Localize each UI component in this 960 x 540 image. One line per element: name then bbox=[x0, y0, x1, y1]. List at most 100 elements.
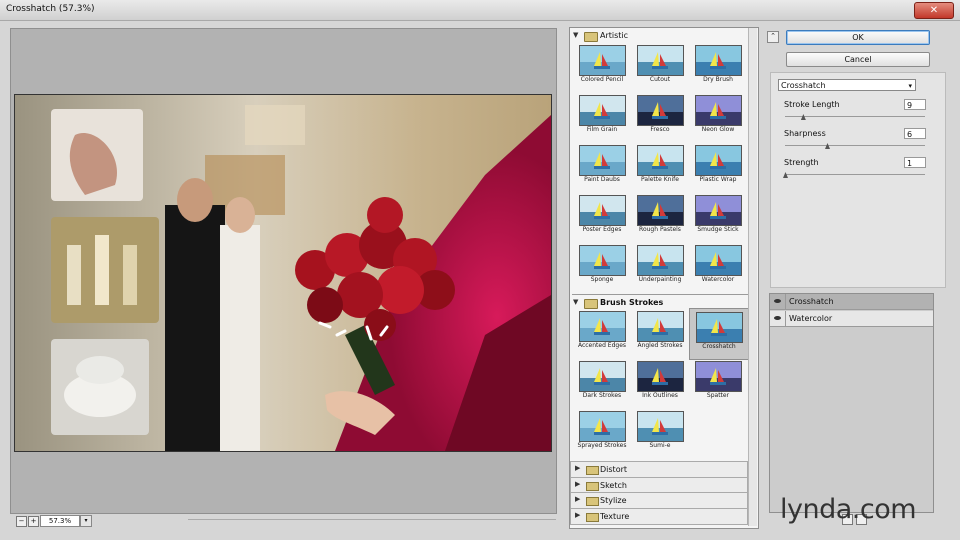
filter-thumbnail-image bbox=[637, 411, 684, 442]
zoom-out-button[interactable]: − bbox=[16, 516, 27, 527]
filter-thumbnail-image bbox=[637, 195, 684, 226]
collapsed-triangle-icon: ▶ bbox=[575, 510, 581, 519]
filter-thumb-palette-knife[interactable]: Palette Knife bbox=[631, 142, 689, 192]
close-icon: ✕ bbox=[929, 5, 939, 16]
zoom-dropdown-button[interactable]: ▾ bbox=[80, 515, 92, 527]
filter-label: Poster Edges bbox=[582, 226, 622, 233]
filter-thumbnail-image bbox=[579, 245, 626, 276]
slider-track-sharpness[interactable] bbox=[785, 145, 925, 146]
filter-thumb-plastic-wrap[interactable]: Plastic Wrap bbox=[689, 142, 747, 192]
filter-thumb-rough-pastels[interactable]: Rough Pastels bbox=[631, 192, 689, 242]
folder-icon bbox=[586, 497, 599, 506]
filter-thumb-sponge[interactable]: Sponge bbox=[573, 242, 631, 292]
filter-label: Accented Edges bbox=[577, 342, 627, 349]
filter-label: Sumi-e bbox=[649, 442, 671, 449]
category-header-artistic[interactable]: ▼ Artistic bbox=[572, 29, 748, 42]
collapsed-triangle-icon: ▶ bbox=[575, 495, 581, 503]
filter-thumbnail-image bbox=[696, 312, 743, 343]
ok-button[interactable]: OK bbox=[786, 30, 930, 45]
zoom-bar: − + 57.3% ▾ bbox=[10, 514, 556, 528]
folder-icon bbox=[586, 512, 599, 522]
filter-thumbnail-image bbox=[579, 311, 626, 342]
visibility-toggle[interactable] bbox=[770, 311, 786, 326]
filter-label: Colored Pencil bbox=[580, 76, 624, 83]
effect-layers-panel: Crosshatch Watercolor bbox=[769, 293, 934, 513]
chevron-up-icon: ⌃ bbox=[770, 32, 776, 40]
filter-thumb-cutout[interactable]: Cutout bbox=[631, 42, 689, 92]
filter-label: Ink Outlines bbox=[642, 392, 678, 399]
filter-select[interactable]: Crosshatch ▾ bbox=[778, 79, 916, 91]
filter-thumbnail-image bbox=[579, 95, 626, 126]
category-header-texture[interactable]: ▶ Texture bbox=[570, 507, 748, 525]
filter-thumb-sprayed-strokes[interactable]: Sprayed Strokes bbox=[573, 408, 631, 458]
filter-thumb-underpainting[interactable]: Underpainting bbox=[631, 242, 689, 292]
filter-thumbnail-image bbox=[637, 311, 684, 342]
chevron-down-icon: ▾ bbox=[908, 82, 912, 90]
filter-thumb-watercolor[interactable]: Watercolor bbox=[689, 242, 747, 292]
eye-icon bbox=[774, 316, 781, 320]
brand-watermark: lynda.com bbox=[780, 494, 917, 525]
effect-layer-crosshatch[interactable]: Crosshatch bbox=[770, 294, 933, 310]
layer-label: Crosshatch bbox=[789, 297, 834, 306]
filter-thumb-paint-daubs[interactable]: Paint Daubs bbox=[573, 142, 631, 192]
filter-thumb-dry-brush[interactable]: Dry Brush bbox=[689, 42, 747, 92]
collapsed-triangle-icon: ▶ bbox=[575, 464, 581, 472]
slider-track-strength[interactable] bbox=[785, 174, 925, 175]
category-label: Sketch bbox=[600, 480, 627, 490]
filter-label: Dark Strokes bbox=[582, 392, 622, 399]
filter-thumbnail-image bbox=[695, 361, 742, 392]
visibility-toggle[interactable] bbox=[770, 294, 786, 309]
category-header-sketch[interactable]: ▶ Sketch bbox=[570, 476, 748, 494]
filter-thumb-spatter[interactable]: Spatter bbox=[689, 358, 747, 408]
filter-thumb-neon-glow[interactable]: Neon Glow bbox=[689, 92, 747, 142]
horizontal-scrollbar[interactable] bbox=[188, 519, 556, 523]
zoom-in-button[interactable]: + bbox=[28, 516, 39, 527]
category-header-stylize[interactable]: ▶ Stylize bbox=[570, 492, 748, 509]
gallery-scrollbar[interactable] bbox=[748, 28, 757, 526]
slider-track-stroke-length[interactable] bbox=[785, 116, 925, 117]
param-value-stroke-length[interactable]: 9 bbox=[904, 99, 926, 110]
filter-thumbnail-image bbox=[637, 361, 684, 392]
filter-thumb-fresco[interactable]: Fresco bbox=[631, 92, 689, 142]
filter-label: Spatter bbox=[706, 392, 730, 399]
filter-thumb-accented-edges[interactable]: Accented Edges bbox=[573, 308, 631, 358]
close-button[interactable]: ✕ bbox=[914, 2, 954, 19]
filter-thumb-angled-strokes[interactable]: Angled Strokes bbox=[631, 308, 689, 358]
filter-thumb-film-grain[interactable]: Film Grain bbox=[573, 92, 631, 142]
minus-icon: − bbox=[18, 517, 25, 525]
folder-icon bbox=[586, 481, 599, 491]
filter-thumbnail-image bbox=[695, 45, 742, 76]
filter-thumb-poster-edges[interactable]: Poster Edges bbox=[573, 192, 631, 242]
filter-thumb-colored-pencil[interactable]: Colored Pencil bbox=[573, 42, 631, 92]
category-header-distort[interactable]: ▶ Distort bbox=[570, 461, 748, 478]
param-value-sharpness[interactable]: 6 bbox=[904, 128, 926, 139]
filter-thumb-ink-outlines[interactable]: Ink Outlines bbox=[631, 358, 689, 408]
filter-thumb-smudge-stick[interactable]: Smudge Stick bbox=[689, 192, 747, 242]
category-divider bbox=[572, 294, 748, 295]
filter-thumb-dark-strokes[interactable]: Dark Strokes bbox=[573, 358, 631, 408]
filter-thumb-sumi-e[interactable]: Sumi-e bbox=[631, 408, 689, 458]
filter-thumbnail-image bbox=[637, 145, 684, 176]
filter-label: Underpainting bbox=[638, 276, 682, 283]
effect-layer-watercolor[interactable]: Watercolor bbox=[770, 311, 933, 327]
filter-select-value: Crosshatch bbox=[781, 81, 826, 90]
cancel-button[interactable]: Cancel bbox=[786, 52, 930, 67]
preview-image[interactable] bbox=[14, 94, 552, 452]
filter-label: Dry Brush bbox=[703, 76, 733, 83]
param-value-strength[interactable]: 1 bbox=[904, 157, 926, 168]
zoom-level-field[interactable]: 57.3% bbox=[40, 515, 80, 527]
filter-thumbnail-image bbox=[579, 195, 626, 226]
filter-thumbnail-image bbox=[695, 245, 742, 276]
filter-thumb-crosshatch[interactable]: Crosshatch bbox=[689, 308, 749, 360]
filter-label: Angled Strokes bbox=[637, 342, 683, 349]
filter-label: Smudge Stick bbox=[697, 226, 739, 233]
expand-triangle-icon: ▼ bbox=[573, 31, 579, 39]
param-label-stroke-length: Stroke Length bbox=[784, 100, 840, 109]
filter-thumbnail-image bbox=[579, 361, 626, 392]
filter-label: Palette Knife bbox=[641, 176, 679, 183]
filter-thumbnail-image bbox=[579, 145, 626, 176]
collapse-gallery-button[interactable]: ⌃ bbox=[767, 31, 779, 43]
collapsed-triangle-icon: ▶ bbox=[575, 479, 581, 488]
filter-label: Crosshatch bbox=[702, 343, 736, 350]
filter-thumbnail-image bbox=[695, 95, 742, 126]
